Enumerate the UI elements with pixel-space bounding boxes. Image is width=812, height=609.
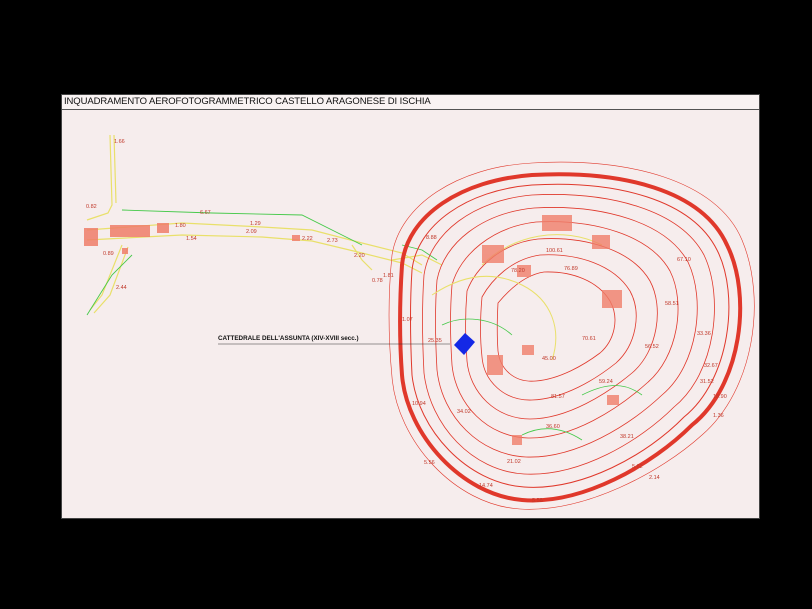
elev-label: 81.57 [551,394,565,400]
elev-label: 2.44 [116,285,127,291]
elev-label: 21.02 [507,459,521,465]
elev-label: 5.62 [632,464,643,470]
elev-label: 1.54 [186,236,197,242]
elev-label: 25.35 [428,338,442,344]
elev-label: 18.90 [713,394,727,400]
map-sheet: 1.66 0.82 6.67 1.29 1.80 2.09 1.54 2.22 … [61,94,760,519]
elev-label: 33.36 [697,331,711,337]
elev-label: 2.73 [327,238,338,244]
elev-label: 8.88 [426,235,437,241]
elev-label: 45.00 [542,356,556,362]
elev-label: 14.74 [479,483,493,489]
elev-label: 0.78 [372,278,383,284]
title-bar: INQUADRAMENTO AEROFOTOGRAMMETRICO CASTEL… [62,95,759,110]
elev-label: 6.67 [200,210,211,216]
elev-label: 5.56 [424,460,435,466]
elev-label: 76.89 [564,266,578,272]
cathedral-callout: CATTEDRALE DELL'ASSUNTA (XIV-XVIII secc.… [218,335,359,342]
elev-label: 1.66 [114,139,125,145]
elev-label: 1.29 [250,221,261,227]
elev-label: 78.20 [511,268,525,274]
elev-label: 34.02 [457,409,471,415]
elev-label: 0.89 [103,251,114,257]
elev-label: 0.82 [86,204,97,210]
elev-label: 5.58 [532,498,543,504]
elev-label: 59.24 [599,379,613,385]
elev-label: 58.51 [665,301,679,307]
elev-label: 10.94 [412,401,426,407]
elev-label: 2.20 [354,253,365,259]
elev-label: 2.14 [649,475,660,481]
elev-label: 100.61 [546,248,563,254]
elev-label: 2.09 [246,229,257,235]
topographic-map: 1.66 0.82 6.67 1.29 1.80 2.09 1.54 2.22 … [84,134,755,510]
road-network [86,134,443,314]
elev-label: 1.36 [713,413,724,419]
elev-label: 36.60 [546,424,560,430]
elev-label: 1.07 [402,317,413,323]
elev-label: 56.52 [645,344,659,350]
elevation-labels: 1.66 0.82 6.67 1.29 1.80 2.09 1.54 2.22 … [86,139,727,504]
map-title: INQUADRAMENTO AEROFOTOGRAMMETRICO CASTEL… [64,96,431,107]
elev-label: 67.10 [677,257,691,263]
elev-label: 2.22 [302,236,313,242]
elev-label: 1.81 [383,273,394,279]
elev-label: 70.61 [582,336,596,342]
elev-label: 38.21 [620,434,634,440]
cathedral-marker[interactable] [454,333,475,355]
elev-label: 31.52 [700,379,714,385]
elev-label: 1.80 [175,223,186,229]
elev-label: 32.67 [704,363,718,369]
